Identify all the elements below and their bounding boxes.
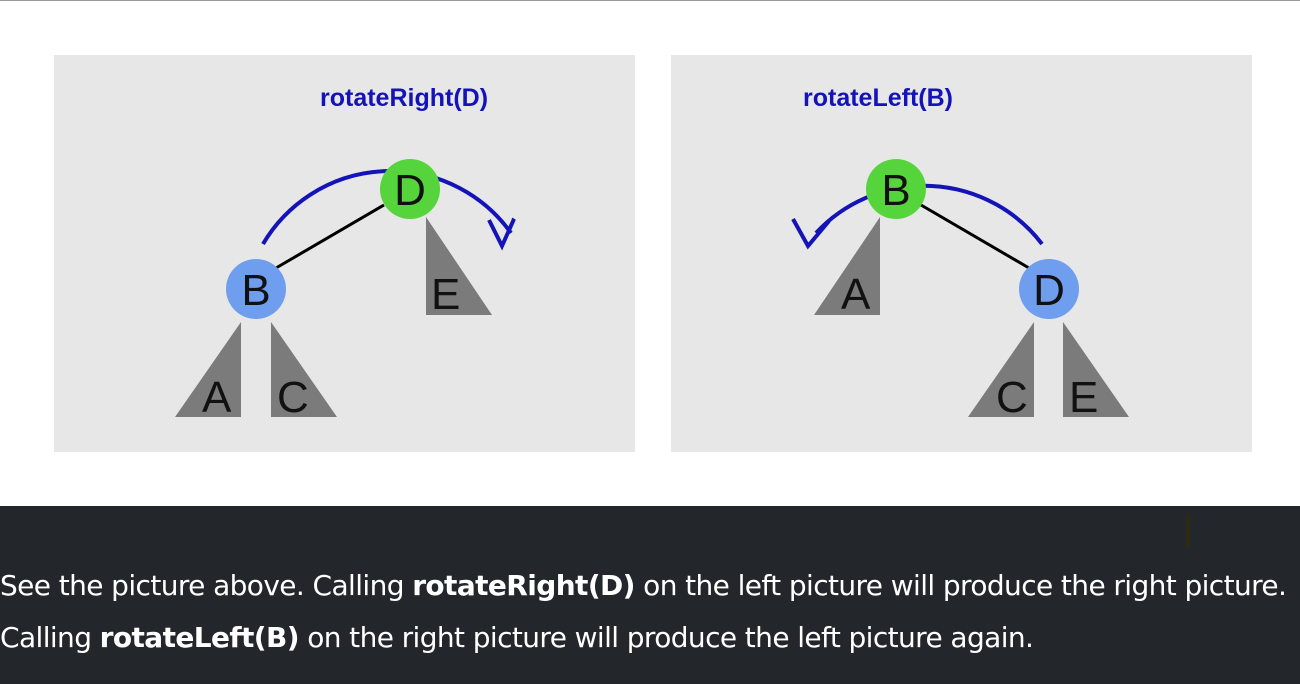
node-b-label: B xyxy=(241,266,270,315)
node-b-label: B xyxy=(881,166,910,215)
right-diagram-panel: rotateLeft(B) A C E B D xyxy=(671,55,1252,452)
node-d-label: D xyxy=(1033,266,1065,315)
subtree-e-label: E xyxy=(1069,373,1098,422)
node-d-label: D xyxy=(394,166,426,215)
caption-paragraph: See the picture above. Calling rotateRig… xyxy=(0,560,1290,664)
figure-area: rotateRight(D) A C E B D rotateLeft(B) A… xyxy=(0,1,1300,506)
subtree-a-label: A xyxy=(841,270,871,319)
operation-label: rotateLeft(B) xyxy=(803,84,953,112)
operation-label: rotateRight(D) xyxy=(320,84,488,112)
caption-operation: rotateLeft(B) xyxy=(99,621,300,654)
subtree-a-label: A xyxy=(202,373,232,422)
left-diagram-panel: rotateRight(D) A C E B D xyxy=(54,55,635,452)
text-cursor xyxy=(1186,514,1190,548)
subtree-c-label: C xyxy=(996,373,1028,422)
subtree-c-label: C xyxy=(277,373,309,422)
caption-text: on the right picture will produce the le… xyxy=(298,621,1034,654)
caption-operation: rotateRight(D) xyxy=(412,569,635,602)
caption-text: See the picture above. Calling xyxy=(0,569,413,602)
tree-edge xyxy=(275,203,385,270)
caption-panel: See the picture above. Calling rotateRig… xyxy=(0,506,1300,684)
subtree-e-label: E xyxy=(431,270,460,319)
